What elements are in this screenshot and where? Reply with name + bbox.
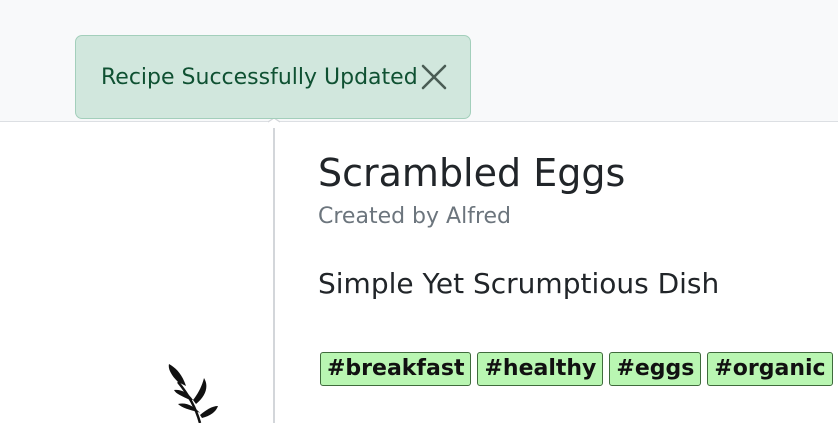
vertical-divider — [273, 122, 275, 423]
recipe-author: Created by Alfred — [318, 204, 512, 229]
recipe-subtitle: Simple Yet Scrumptious Dish — [318, 267, 720, 300]
recipe-image-panel — [0, 122, 273, 423]
tag-list: #breakfast #healthy #eggs #organic — [320, 352, 833, 386]
recipe-title: Scrambled Eggs — [318, 151, 626, 195]
tag-healthy[interactable]: #healthy — [477, 352, 604, 386]
tag-eggs[interactable]: #eggs — [609, 352, 702, 386]
success-toast: Recipe Successfully Updated — [75, 35, 471, 119]
divider-notch — [268, 118, 280, 128]
tag-breakfast[interactable]: #breakfast — [320, 352, 472, 386]
leaf-branch-icon — [168, 364, 218, 423]
tag-organic[interactable]: #organic — [707, 352, 833, 386]
close-icon[interactable] — [419, 62, 449, 92]
toast-message: Recipe Successfully Updated — [101, 65, 418, 90]
